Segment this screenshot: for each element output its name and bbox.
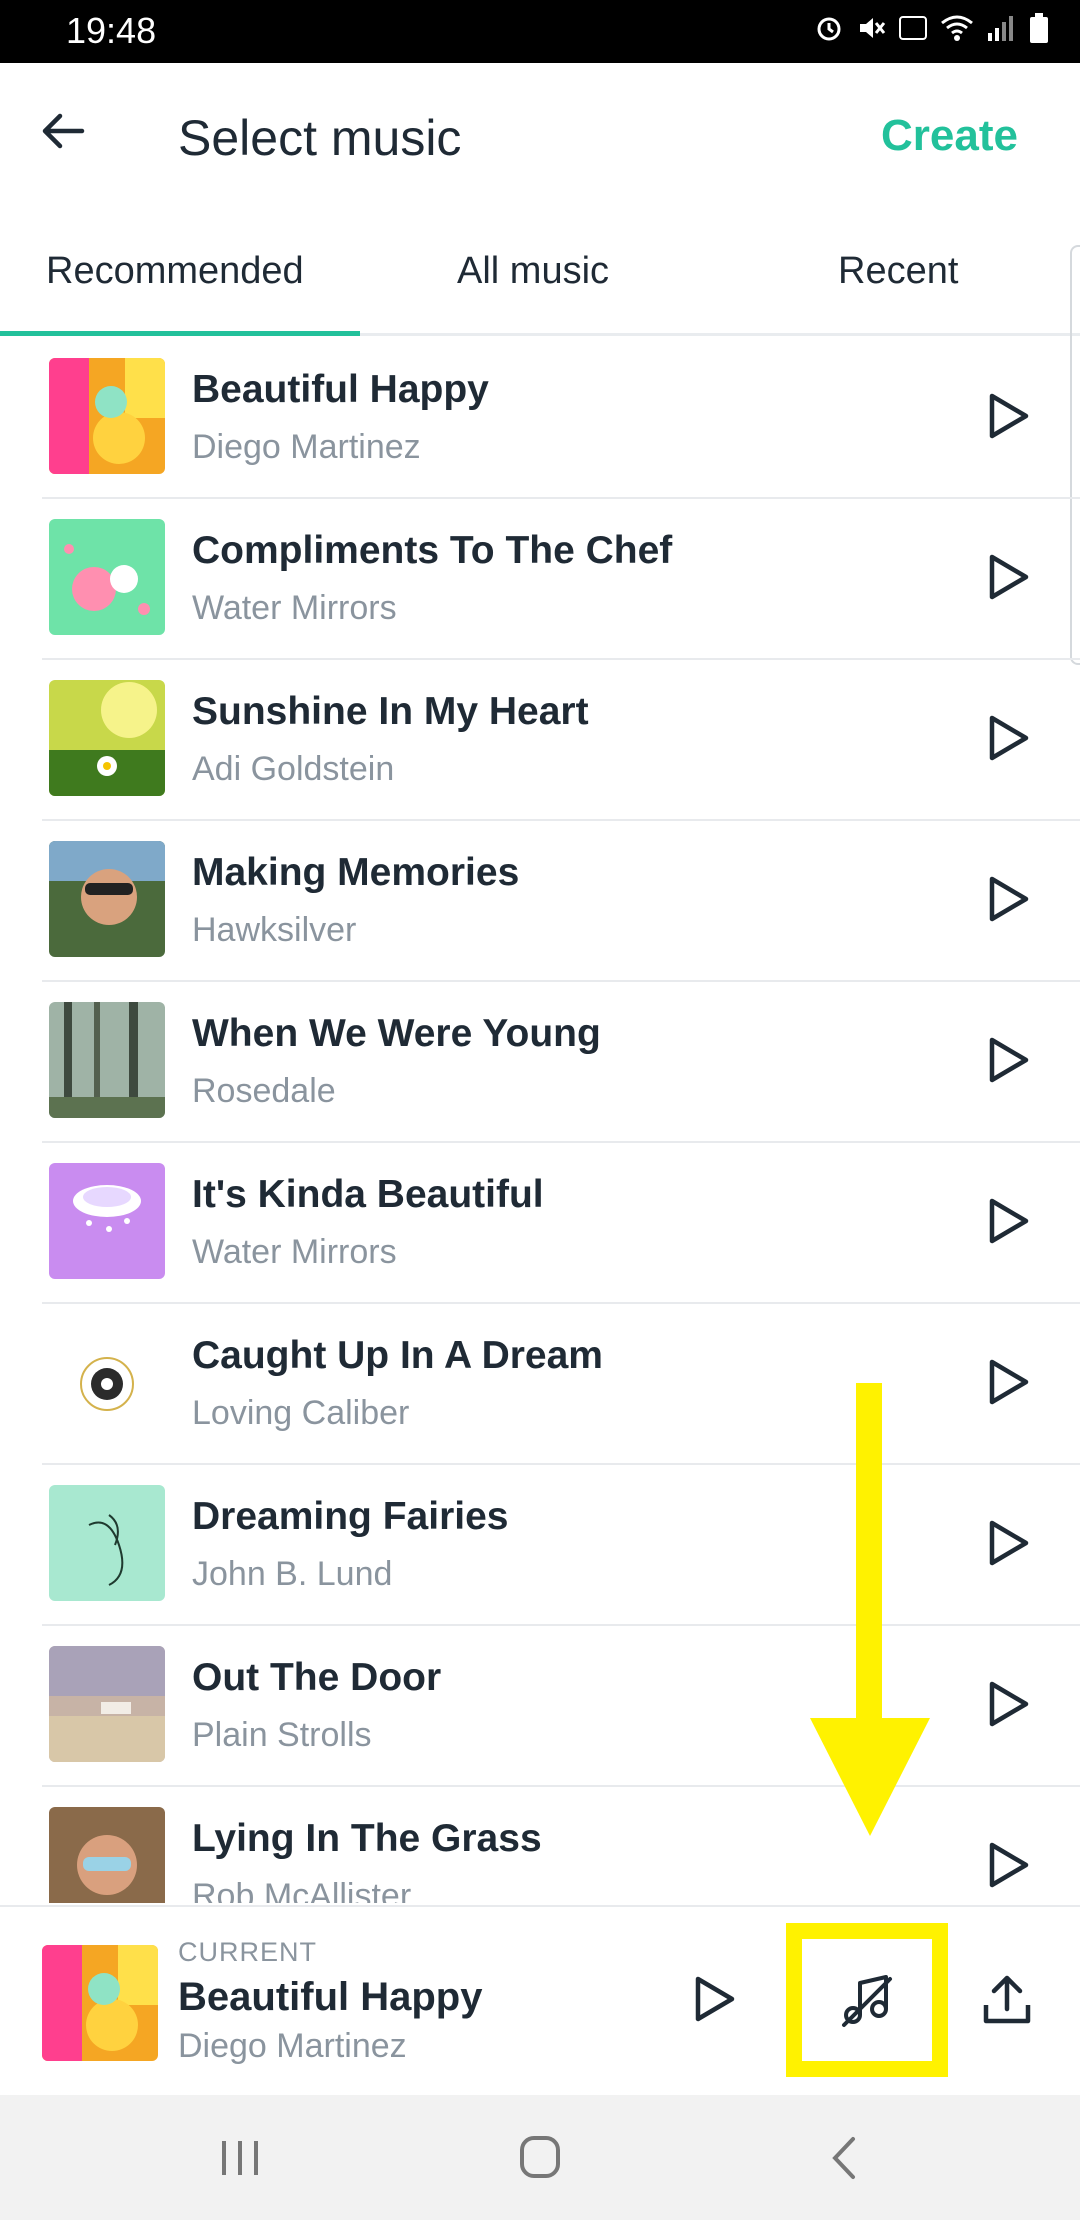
track-title: Out The Door: [192, 1656, 442, 1699]
album-cover: [49, 1646, 165, 1762]
track-artist: John B. Lund: [192, 1555, 393, 1593]
play-icon: [989, 1037, 1029, 1083]
play-button[interactable]: [982, 1517, 1034, 1569]
album-cover: [49, 1807, 165, 1903]
play-icon: [989, 1359, 1029, 1405]
track-row[interactable]: Dreaming Fairies John B. Lund: [42, 1465, 1080, 1626]
play-icon: [989, 1681, 1029, 1727]
play-button[interactable]: [982, 1195, 1034, 1247]
music-off-icon: [842, 1975, 892, 2027]
status-icons: [814, 12, 1050, 49]
play-button[interactable]: [982, 1034, 1034, 1086]
status-bar: 19:48: [0, 0, 1080, 63]
track-title: Lying In The Grass: [192, 1817, 542, 1860]
annotation-arrow-shaft: [856, 1383, 882, 1728]
current-track-artist: Diego Martinez: [178, 2027, 407, 2065]
track-title: Dreaming Fairies: [192, 1495, 509, 1538]
battery-icon: [1028, 12, 1050, 49]
play-button[interactable]: [982, 1839, 1034, 1891]
play-button[interactable]: [982, 551, 1034, 603]
current-track-title: Beautiful Happy: [178, 1975, 483, 2019]
track-row[interactable]: Beautiful Happy Diego Martinez: [42, 338, 1080, 499]
mute-icon: [856, 13, 886, 48]
track-artist: Hawksilver: [192, 911, 357, 949]
system-nav-bar: [0, 2095, 1080, 2220]
track-title: Compliments To The Chef: [192, 529, 673, 572]
alarm-icon: [814, 13, 844, 48]
track-row[interactable]: It's Kinda Beautiful Water Mirrors: [42, 1143, 1080, 1304]
page-title: Select music: [178, 110, 462, 166]
play-icon: [695, 1976, 735, 2022]
track-artist: Water Mirrors: [192, 1233, 397, 1271]
track-row[interactable]: Making Memories Hawksilver: [42, 821, 1080, 982]
home-button[interactable]: [510, 2133, 570, 2183]
upload-icon: [983, 1975, 1031, 2024]
track-row[interactable]: Compliments To The Chef Water Mirrors: [42, 499, 1080, 660]
track-title: When We Were Young: [192, 1012, 601, 1055]
track-artist: Plain Strolls: [192, 1716, 372, 1754]
home-icon: [520, 2136, 560, 2178]
back-button[interactable]: [38, 105, 90, 157]
create-button[interactable]: Create: [881, 111, 1018, 161]
album-cover: [49, 1163, 165, 1279]
play-icon: [989, 1198, 1029, 1244]
play-icon: [989, 554, 1029, 600]
play-button[interactable]: [982, 1678, 1034, 1730]
header: Select music Create: [0, 63, 1080, 213]
track-artist: Adi Goldstein: [192, 750, 395, 788]
play-icon: [989, 1842, 1029, 1888]
current-album-cover: [42, 1945, 158, 2061]
signal-icon: [986, 13, 1016, 48]
system-back-button[interactable]: [815, 2133, 875, 2183]
play-icon: [989, 715, 1029, 761]
no-music-button[interactable]: [786, 1923, 948, 2077]
track-title: Caught Up In A Dream: [192, 1334, 603, 1377]
track-artist: Rob McAllister: [192, 1877, 412, 1903]
recent-apps-button[interactable]: [210, 2133, 270, 2183]
track-artist: Rosedale: [192, 1072, 336, 1110]
current-play-button[interactable]: [688, 1973, 740, 2025]
tab-all-music[interactable]: All music: [457, 250, 609, 293]
current-label: CURRENT: [178, 1937, 317, 1967]
tab-bar: Recommended All music Recent: [0, 228, 1080, 336]
track-title: Beautiful Happy: [192, 368, 489, 411]
album-cover: [49, 1324, 165, 1440]
play-button[interactable]: [982, 390, 1034, 442]
track-title: Sunshine In My Heart: [192, 690, 589, 733]
arrow-left-icon: [42, 113, 85, 149]
tab-recent[interactable]: Recent: [838, 250, 958, 293]
play-button[interactable]: [982, 873, 1034, 925]
wifi-icon: [940, 13, 974, 48]
album-cover: [49, 680, 165, 796]
tab-active-indicator: [0, 331, 360, 336]
track-row[interactable]: Caught Up In A Dream Loving Caliber: [42, 1304, 1080, 1465]
track-artist: Diego Martinez: [192, 428, 421, 466]
volte-icon: [898, 13, 928, 48]
track-title: It's Kinda Beautiful: [192, 1173, 544, 1216]
annotation-arrow-head: [810, 1718, 930, 1836]
album-cover: [49, 841, 165, 957]
track-artist: Loving Caliber: [192, 1394, 410, 1432]
recent-apps-icon: [222, 2141, 258, 2175]
album-cover: [49, 519, 165, 635]
track-row[interactable]: Sunshine In My Heart Adi Goldstein: [42, 660, 1080, 821]
play-icon: [989, 876, 1029, 922]
track-artist: Water Mirrors: [192, 589, 397, 627]
play-button[interactable]: [982, 1356, 1034, 1408]
album-cover: [49, 1485, 165, 1601]
track-title: Making Memories: [192, 851, 520, 894]
album-cover: [49, 358, 165, 474]
track-list[interactable]: Beautiful Happy Diego Martinez Complimen…: [0, 338, 1080, 1903]
play-button[interactable]: [982, 712, 1034, 764]
tab-recommended[interactable]: Recommended: [46, 250, 304, 293]
album-cover: [49, 1002, 165, 1118]
status-time: 19:48: [66, 10, 157, 51]
now-playing-bar: CURRENT Beautiful Happy Diego Martinez: [0, 1905, 1080, 2095]
play-icon: [989, 393, 1029, 439]
play-icon: [989, 1520, 1029, 1566]
share-button[interactable]: [980, 1973, 1034, 2027]
track-row[interactable]: When We Were Young Rosedale: [42, 982, 1080, 1143]
chevron-left-icon: [832, 2137, 855, 2179]
